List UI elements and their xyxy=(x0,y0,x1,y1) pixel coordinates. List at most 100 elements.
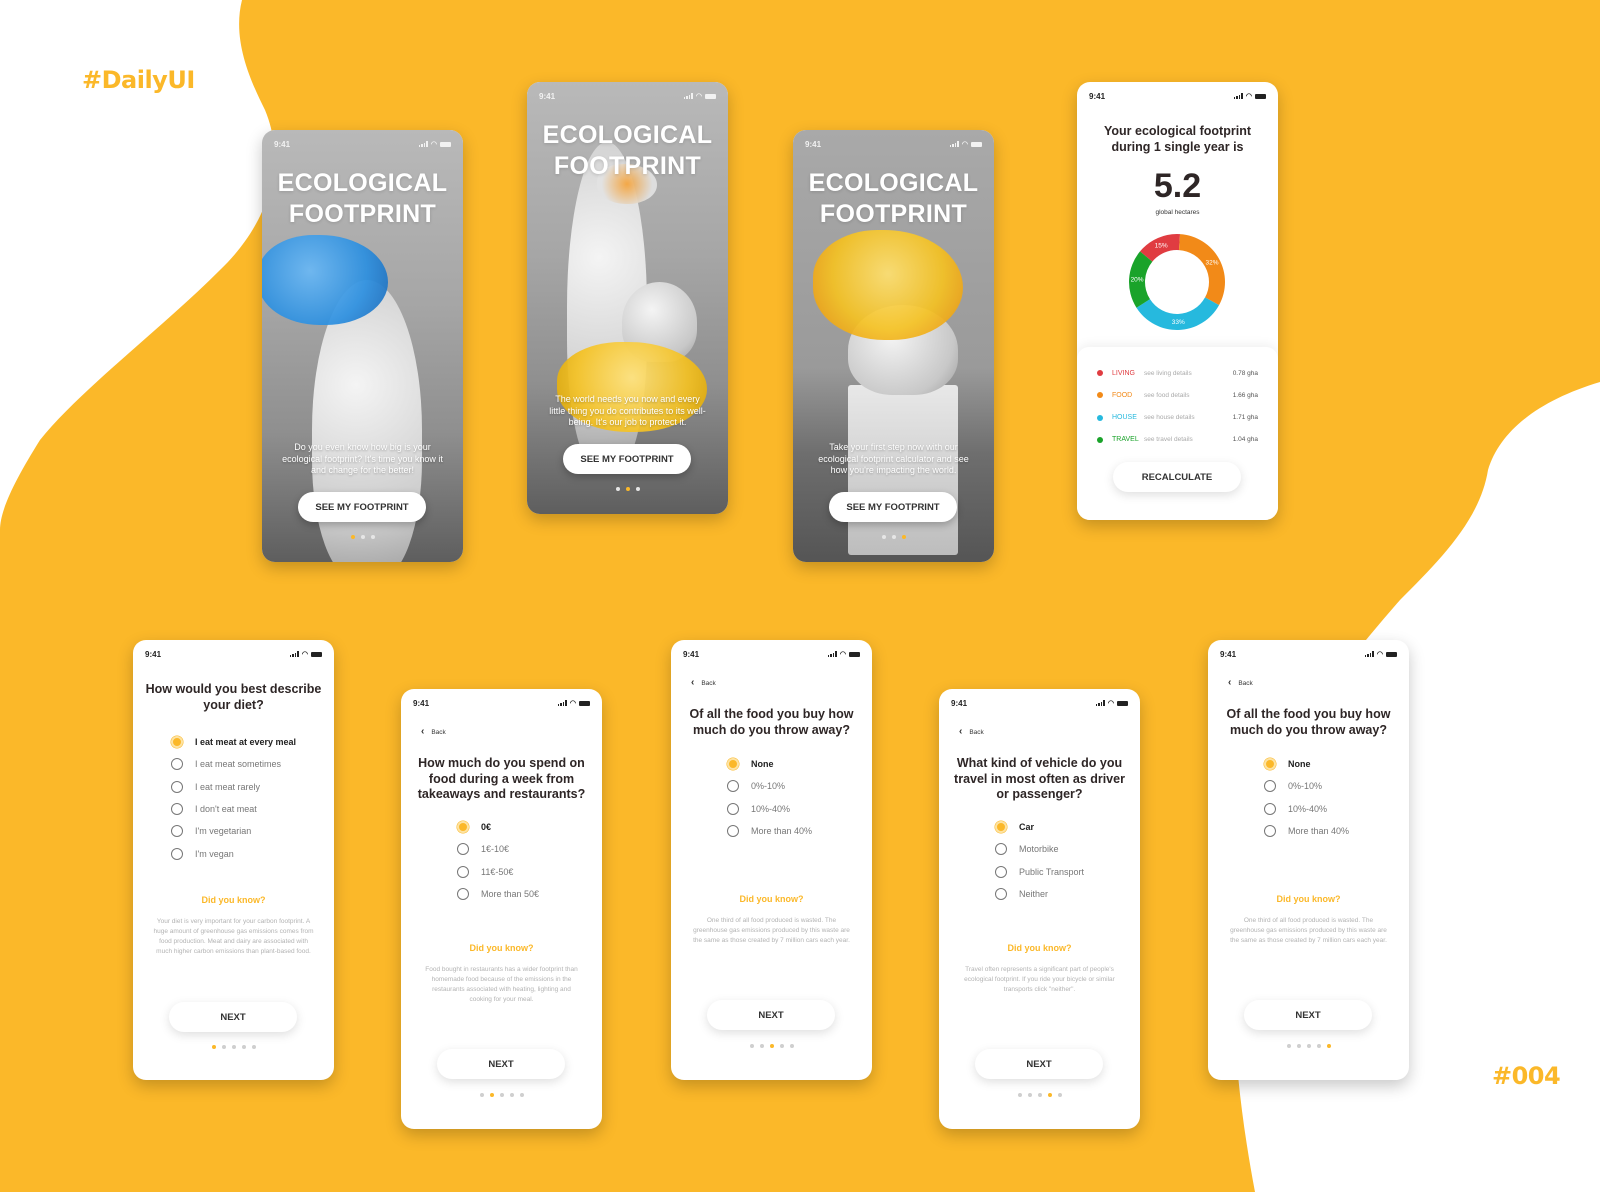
answer-option[interactable]: Neither xyxy=(995,887,1048,901)
answer-option[interactable]: 11€-50€ xyxy=(457,865,513,879)
category-details-link[interactable]: see house details xyxy=(1144,414,1233,421)
radio-unselected[interactable] xyxy=(727,780,739,793)
radio-unselected[interactable] xyxy=(1264,824,1276,837)
answer-option[interactable]: Public Transport xyxy=(995,865,1084,879)
radio-unselected[interactable] xyxy=(995,843,1007,856)
page-dot[interactable] xyxy=(360,535,365,539)
page-dot[interactable] xyxy=(211,1045,216,1049)
category-details-link[interactable]: see travel details xyxy=(1144,436,1233,443)
page-dot[interactable] xyxy=(759,1044,764,1048)
answer-option[interactable]: 10%-40% xyxy=(1264,802,1327,816)
radio-unselected[interactable] xyxy=(995,887,1007,900)
page-dot[interactable] xyxy=(1306,1044,1311,1048)
radio-unselected[interactable] xyxy=(727,802,739,815)
page-dot[interactable] xyxy=(769,1044,774,1048)
answer-option[interactable]: More than 50€ xyxy=(457,887,539,901)
category-details-link[interactable]: see food details xyxy=(1144,392,1233,399)
page-dot[interactable] xyxy=(901,535,906,539)
page-dot[interactable] xyxy=(370,535,375,539)
radio-selected[interactable] xyxy=(457,821,469,833)
next-button[interactable]: NEXT xyxy=(437,1049,565,1079)
category-row-food[interactable]: FOOD see food details 1.66 gha xyxy=(1097,389,1258,401)
radio-unselected[interactable] xyxy=(995,865,1007,878)
category-row-living[interactable]: LIVING see living details 0.78 gha xyxy=(1097,367,1258,379)
radio-unselected[interactable] xyxy=(171,847,183,860)
page-dot[interactable] xyxy=(499,1093,504,1097)
page-dot[interactable] xyxy=(881,535,886,539)
radio-unselected[interactable] xyxy=(457,887,469,900)
answer-option[interactable]: More than 40% xyxy=(1264,824,1349,838)
page-dot[interactable] xyxy=(221,1045,226,1049)
page-dot[interactable] xyxy=(1047,1093,1052,1097)
answer-option[interactable]: 10%-40% xyxy=(727,802,790,816)
radio-unselected[interactable] xyxy=(171,780,183,793)
answer-option[interactable]: 1€-10€ xyxy=(457,842,509,856)
answer-option[interactable]: None xyxy=(1264,757,1311,771)
page-dot[interactable] xyxy=(625,487,630,491)
radio-unselected[interactable] xyxy=(171,825,183,838)
category-details-link[interactable]: see living details xyxy=(1144,370,1233,377)
see-my-footprint-button[interactable]: SEE MY FOOTPRINT xyxy=(829,492,957,522)
page-dot[interactable] xyxy=(519,1093,524,1097)
recalculate-button[interactable]: RECALCULATE xyxy=(1113,462,1241,492)
back-button[interactable]: ‹ Back xyxy=(1228,678,1253,688)
page-dot[interactable] xyxy=(615,487,620,491)
page-dot[interactable] xyxy=(1027,1093,1032,1097)
category-row-house[interactable]: HOUSE see house details 1.71 gha xyxy=(1097,412,1258,424)
back-button[interactable]: ‹ Back xyxy=(959,727,984,737)
radio-selected[interactable] xyxy=(1264,758,1276,770)
page-dot[interactable] xyxy=(1017,1093,1022,1097)
radio-unselected[interactable] xyxy=(457,865,469,878)
page-dot[interactable] xyxy=(1316,1044,1321,1048)
page-dot[interactable] xyxy=(489,1093,494,1097)
answer-option[interactable]: More than 40% xyxy=(727,824,812,838)
back-button[interactable]: ‹ Back xyxy=(691,678,716,688)
radio-selected[interactable] xyxy=(727,758,739,770)
answer-option[interactable]: Car xyxy=(995,820,1034,834)
page-dot[interactable] xyxy=(1296,1044,1301,1048)
page-dot[interactable] xyxy=(891,535,896,539)
page-dot[interactable] xyxy=(749,1044,754,1048)
answer-option[interactable]: I don't eat meat xyxy=(171,802,257,816)
radio-unselected[interactable] xyxy=(1264,780,1276,793)
page-dot[interactable] xyxy=(635,487,640,491)
radio-selected[interactable] xyxy=(995,821,1007,833)
answer-option[interactable]: None xyxy=(727,757,774,771)
radio-unselected[interactable] xyxy=(1264,802,1276,815)
answer-option[interactable]: I eat meat at every meal xyxy=(171,735,296,749)
radio-unselected[interactable] xyxy=(171,758,183,771)
page-dot[interactable] xyxy=(509,1093,514,1097)
answer-option[interactable]: 0%-10% xyxy=(727,779,785,793)
answer-option[interactable]: 0€ xyxy=(457,820,491,834)
radio-unselected[interactable] xyxy=(457,843,469,856)
answer-option[interactable]: I eat meat rarely xyxy=(171,780,260,794)
see-my-footprint-button[interactable]: SEE MY FOOTPRINT xyxy=(563,444,691,474)
answer-option[interactable]: I'm vegan xyxy=(171,847,234,861)
page-dot[interactable] xyxy=(241,1045,246,1049)
answer-option[interactable]: I'm vegetarian xyxy=(171,824,251,838)
page-dot[interactable] xyxy=(1057,1093,1062,1097)
radio-unselected[interactable] xyxy=(727,824,739,837)
page-dot[interactable] xyxy=(1286,1044,1291,1048)
page-dot[interactable] xyxy=(779,1044,784,1048)
next-button[interactable]: NEXT xyxy=(975,1049,1103,1079)
back-button[interactable]: ‹ Back xyxy=(421,727,446,737)
answer-option[interactable]: 0%-10% xyxy=(1264,779,1322,793)
answer-option[interactable]: Motorbike xyxy=(995,842,1059,856)
page-dot[interactable] xyxy=(350,535,355,539)
next-button[interactable]: NEXT xyxy=(707,1000,835,1030)
next-button[interactable]: NEXT xyxy=(169,1002,297,1032)
answer-option[interactable]: I eat meat sometimes xyxy=(171,757,281,771)
radio-unselected[interactable] xyxy=(171,802,183,815)
page-dot[interactable] xyxy=(789,1044,794,1048)
see-my-footprint-button[interactable]: SEE MY FOOTPRINT xyxy=(298,492,426,522)
page-dot[interactable] xyxy=(231,1045,236,1049)
page-dot[interactable] xyxy=(1326,1044,1331,1048)
signal-icon xyxy=(1364,651,1374,657)
page-dot[interactable] xyxy=(1037,1093,1042,1097)
page-dot[interactable] xyxy=(479,1093,484,1097)
category-row-travel[interactable]: TRAVEL see travel details 1.04 gha xyxy=(1097,434,1258,446)
next-button[interactable]: NEXT xyxy=(1244,1000,1372,1030)
page-dot[interactable] xyxy=(251,1045,256,1049)
radio-selected[interactable] xyxy=(171,736,183,748)
